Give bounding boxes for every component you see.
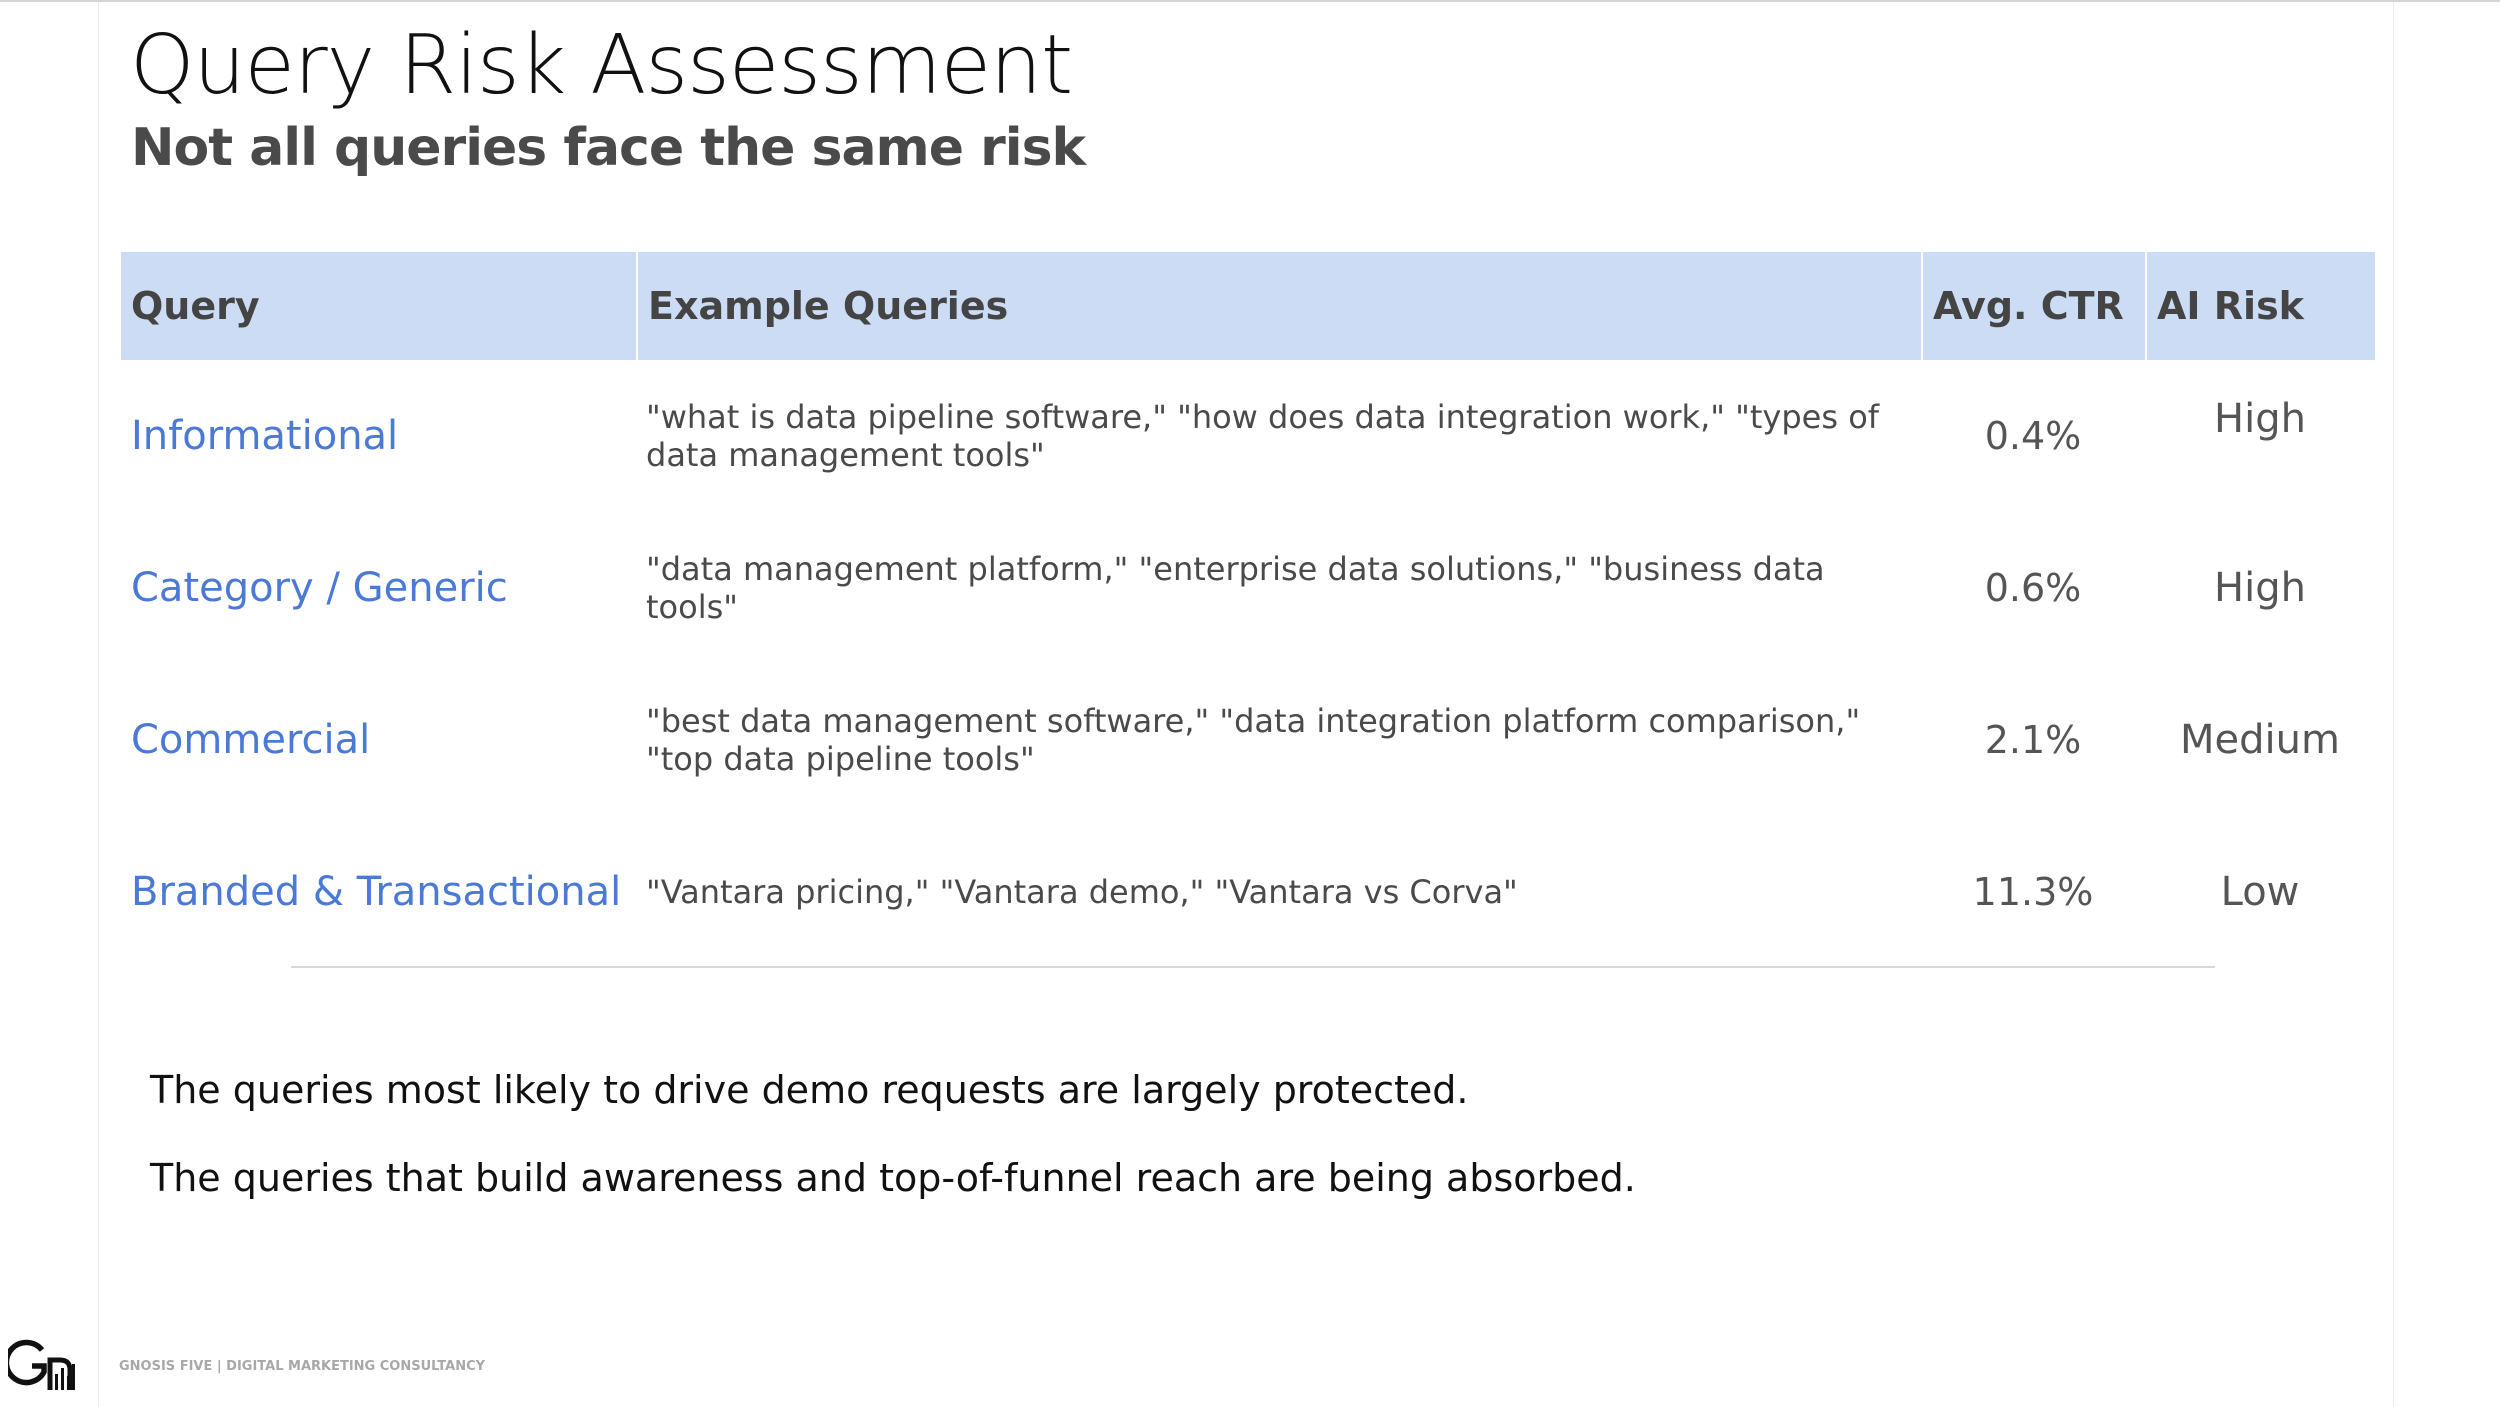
footer-company-text: GNOSIS FIVE | DIGITAL MARKETING CONSULTA… [119,1359,486,1374]
slide-subtitle: Not all queries face the same risk [131,118,1086,178]
query-type-cell: Commercial [131,717,371,763]
takeaway-text: The queries that build awareness and top… [150,1156,1636,1200]
ai-risk-cell: High [2214,396,2306,442]
example-queries-cell: "what is data pipeline software," "how d… [646,398,1880,474]
avg-ctr-cell: 11.3% [1972,870,2094,914]
avg-ctr-cell: 0.6% [1984,566,2082,610]
table-row: Informational "what is data pipeline sof… [121,360,2375,512]
header-query: Query [131,284,260,328]
example-queries-cell: "data management platform," "enterprise … [646,550,1825,626]
ai-risk-cell: High [2214,565,2306,611]
ai-risk-cell: Medium [2180,717,2340,763]
example-queries-cell: "Vantara pricing," "Vantara demo," "Vant… [646,873,1518,911]
header-example-queries: Example Queries [636,252,1921,360]
header-avg-ctr: Avg. CTR [1921,252,2145,360]
slide-title: Query Risk Assessment [130,18,1073,113]
table-row: Branded & Transactional "Vantara pricing… [121,816,2375,968]
query-type-cell: Informational [131,413,399,459]
table-header: Query Example Queries Avg. CTR AI Risk [121,252,2375,360]
table-divider [291,966,2215,968]
gnosis-five-logo-icon [8,1339,75,1390]
query-risk-table: Query Example Queries Avg. CTR AI Risk I… [121,252,2375,968]
ai-risk-cell: Low [2220,869,2300,915]
query-type-cell: Category / Generic [131,565,508,611]
avg-ctr-cell: 0.4% [1984,414,2082,458]
example-queries-cell: "best data management software," "data i… [646,702,1861,778]
query-type-cell: Branded & Transactional [131,869,622,915]
table-row: Commercial "best data management softwar… [121,664,2375,816]
takeaway-text: The queries most likely to drive demo re… [150,1068,1469,1112]
header-ai-risk: AI Risk [2145,252,2375,360]
table-row: Category / Generic "data management plat… [121,512,2375,664]
avg-ctr-cell: 2.1% [1984,718,2082,762]
